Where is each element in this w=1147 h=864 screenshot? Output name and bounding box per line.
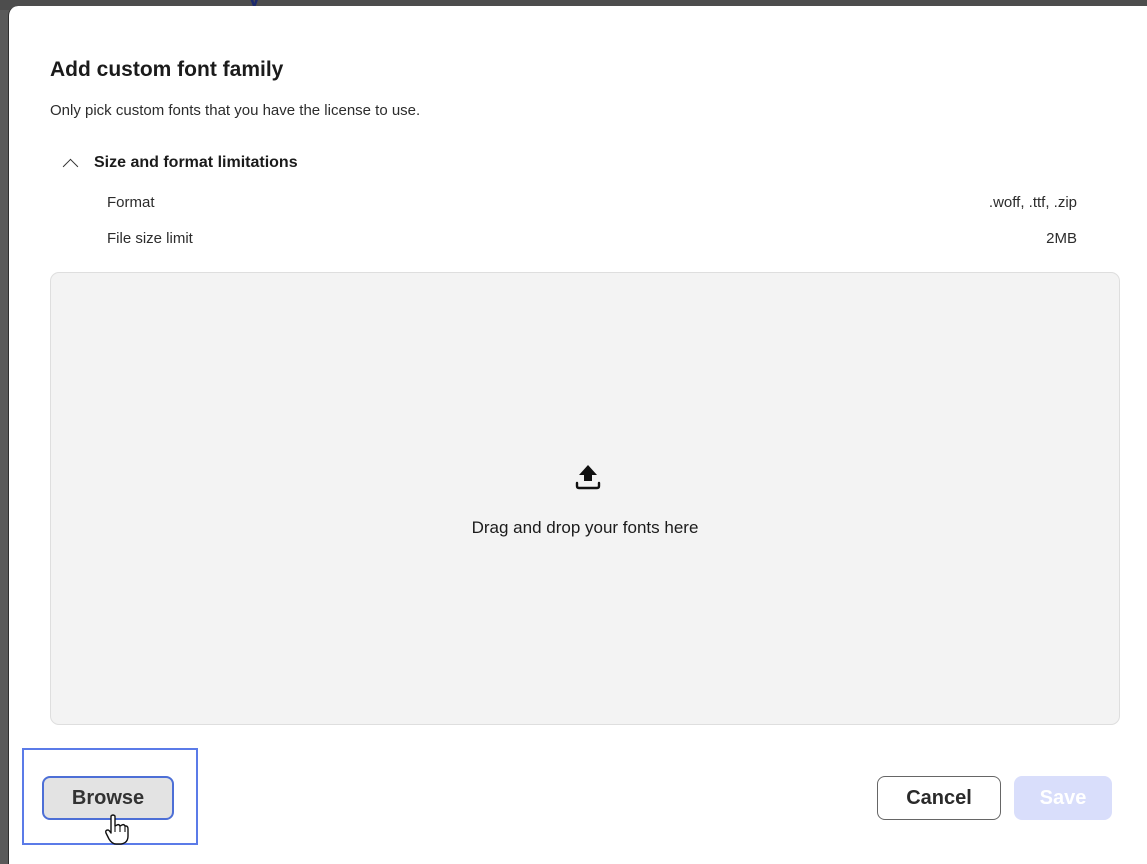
limitation-value: 2MB <box>1046 229 1077 247</box>
chevron-up-icon <box>62 158 79 174</box>
dialog-subtitle: Only pick custom fonts that you have the… <box>50 102 421 119</box>
limitation-label: Format <box>107 193 155 211</box>
cancel-button[interactable]: Cancel <box>877 776 1001 820</box>
limitation-row-format: Format .woff, .ttf, .zip <box>107 192 1077 212</box>
limitation-label: File size limit <box>107 229 193 247</box>
dialog-title: Add custom font family <box>50 58 284 81</box>
limitations-toggle[interactable]: Size and format limitations <box>61 152 298 174</box>
save-button[interactable]: Save <box>1014 776 1112 820</box>
font-dropzone[interactable]: Drag and drop your fonts here <box>50 272 1120 725</box>
dropzone-text: Drag and drop your fonts here <box>471 518 699 537</box>
limitations-header: Size and format limitations <box>94 154 298 171</box>
upload-icon <box>575 465 601 490</box>
limitation-value: .woff, .ttf, .zip <box>988 193 1077 211</box>
hand-cursor-icon <box>105 814 129 845</box>
limitation-row-size: File size limit 2MB <box>107 228 1077 248</box>
add-font-dialog: Add custom font family Only pick custom … <box>8 6 1147 864</box>
